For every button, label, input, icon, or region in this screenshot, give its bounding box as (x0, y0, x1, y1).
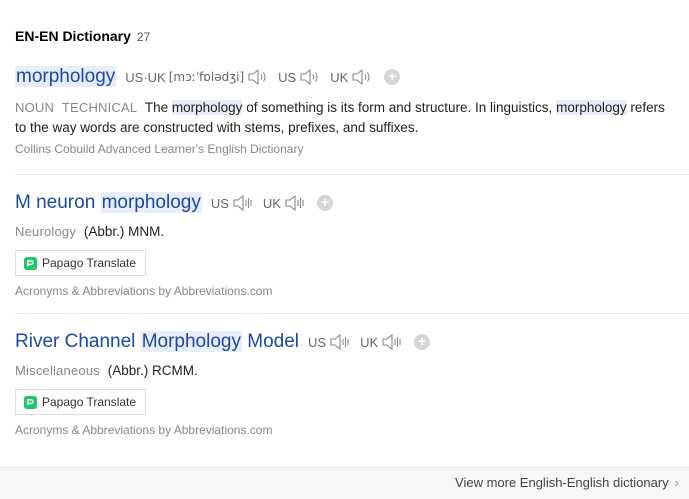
papago-label: Papago Translate (42, 256, 137, 270)
speaker-icon[interactable] (381, 333, 403, 351)
definition-highlight: morphology (556, 100, 627, 115)
divider (15, 174, 689, 175)
pron-uk-label: UK (262, 195, 281, 211)
papago-icon (24, 256, 37, 270)
entry-river-channel-morphology-model: River Channel Morphology Model US UK + M… (15, 329, 689, 437)
register-label: TECHNICAL (61, 100, 138, 115)
definition-text: The (144, 100, 169, 115)
view-more-label: View more English-English dictionary (455, 475, 669, 490)
papago-icon (24, 395, 37, 409)
definition-highlight: morphology (171, 100, 243, 115)
dictionary-title: EN-EN Dictionary (15, 28, 131, 44)
category-label: Miscellaneous (15, 363, 100, 378)
papago-translate-button[interactable]: Papago Translate (15, 389, 147, 415)
entry-m-neuron-morphology: M neuron morphology US UK + Neurology (A… (15, 190, 689, 298)
pronunciation-group: US·UK [mɔːˈfɒlədʒi] US UK + (125, 68, 401, 86)
view-more-link[interactable]: View more English-English dictionary › (455, 475, 679, 490)
speaker-icon[interactable] (351, 68, 373, 86)
pron-us-label: US (210, 195, 229, 211)
add-icon[interactable]: + (384, 69, 401, 85)
source-label: Acronyms & Abbreviations by Abbreviation… (15, 423, 273, 437)
pron-uk-label: UK (330, 69, 349, 85)
pronunciation-group: US UK + (308, 333, 431, 351)
definition: Neurology (Abbr.) MNM. (15, 222, 675, 242)
speaker-icon[interactable] (329, 333, 351, 351)
source-label: Collins Cobuild Advanced Learner's Engli… (15, 142, 304, 156)
entry-morphology: morphology US·UK [mɔːˈfɒlədʒi] US UK + N… (15, 64, 689, 156)
dictionary-header: EN-EN Dictionary 27 (15, 28, 150, 44)
footer-bar: View more English-English dictionary › (0, 467, 689, 499)
definition-text: of something is its form and structure. … (246, 100, 553, 115)
speaker-icon[interactable] (232, 194, 254, 212)
definition: NOUN TECHNICAL The morphology of somethi… (15, 98, 675, 138)
speaker-icon[interactable] (284, 194, 306, 212)
divider (15, 313, 689, 314)
result-count: 27 (136, 30, 151, 44)
ipa-text: [mɔːˈfɒlədʒi] (168, 70, 245, 84)
entry-word[interactable]: morphology (15, 66, 117, 88)
entry-word[interactable]: River Channel Morphology Model (15, 331, 299, 353)
pron-us-label: US (308, 334, 327, 350)
part-of-speech: NOUN (15, 100, 55, 115)
pronunciation-group: US UK + (211, 194, 333, 212)
speaker-icon[interactable] (299, 68, 321, 86)
pron-us-label: US (278, 69, 297, 85)
source-label: Acronyms & Abbreviations by Abbreviation… (15, 284, 273, 298)
pron-usuk-label: US·UK (125, 69, 166, 85)
abbreviation: (Abbr.) RCMM. (107, 363, 198, 378)
pron-uk-label: UK (360, 334, 379, 350)
chevron-right-icon: › (674, 475, 679, 490)
entry-word[interactable]: M neuron morphology (15, 192, 202, 214)
add-icon[interactable]: + (316, 195, 333, 211)
speaker-icon[interactable] (247, 68, 269, 86)
add-icon[interactable]: + (414, 334, 431, 350)
abbreviation: (Abbr.) MNM. (83, 224, 165, 239)
definition: Miscellaneous (Abbr.) RCMM. (15, 361, 675, 381)
papago-translate-button[interactable]: Papago Translate (15, 250, 147, 276)
category-label: Neurology (15, 224, 77, 239)
papago-label: Papago Translate (42, 395, 137, 409)
